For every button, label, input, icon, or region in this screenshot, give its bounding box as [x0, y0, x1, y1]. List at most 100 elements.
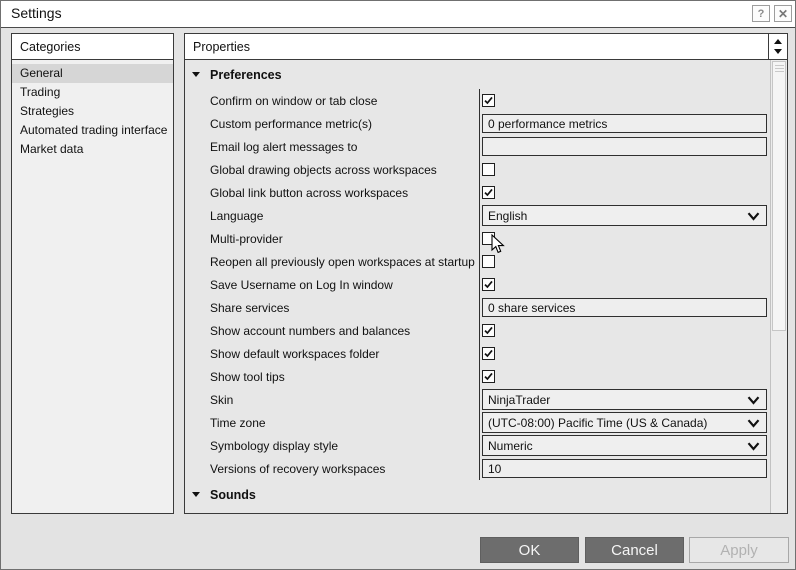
- category-item-trading[interactable]: Trading: [12, 83, 173, 102]
- property-label: Language: [185, 209, 479, 223]
- property-value: [479, 319, 771, 342]
- category-item-strategies[interactable]: Strategies: [12, 102, 173, 121]
- property-row-email-log-alert-messages-to: Email log alert messages to: [185, 135, 787, 158]
- apply-button[interactable]: Apply: [689, 537, 789, 563]
- property-row-time-zone: Time zone (UTC-08:00) Pacific Time (US & …: [185, 411, 787, 434]
- properties-rows: Preferences Confirm on window or tab clos…: [185, 60, 787, 513]
- property-value: 0 share services: [479, 296, 771, 319]
- close-button[interactable]: ✕: [774, 5, 792, 22]
- checkbox-confirm-on-window-or-tab-close[interactable]: [482, 94, 495, 107]
- property-row-language: Language English: [185, 204, 787, 227]
- input-versions-of-recovery-workspaces[interactable]: 10: [482, 459, 767, 478]
- title-bar[interactable]: Settings ? ✕: [1, 1, 795, 28]
- property-row-confirm-on-window-or-tab-close: Confirm on window or tab close: [185, 89, 787, 112]
- scroll-down-icon[interactable]: [774, 49, 782, 54]
- checkbox-show-default-workspaces-folder[interactable]: [482, 347, 495, 360]
- checkbox-show-account-numbers-and-balances[interactable]: [482, 324, 495, 337]
- checkmark-icon: [483, 371, 494, 382]
- property-row-multi-provider: Multi-provider: [185, 227, 787, 250]
- section-label: Sounds: [210, 488, 256, 502]
- chevron-down-icon: [747, 419, 760, 428]
- property-value: 10: [479, 457, 771, 480]
- vertical-scrollbar[interactable]: [770, 60, 787, 513]
- property-value: [479, 273, 771, 296]
- checkbox-show-tool-tips[interactable]: [482, 370, 495, 383]
- property-label: Show account numbers and balances: [185, 324, 479, 338]
- select-language[interactable]: English: [482, 205, 767, 226]
- section-header-preferences[interactable]: Preferences: [185, 60, 787, 89]
- property-value: [479, 89, 771, 112]
- category-item-market-data[interactable]: Market data: [12, 140, 173, 159]
- settings-window: Settings ? ✕ Categories GeneralTradingSt…: [0, 0, 796, 570]
- property-row-reopen-all-previously-open-workspaces-at-startup: Reopen all previously open workspaces at…: [185, 250, 787, 273]
- property-row-share-services: Share services0 share services: [185, 296, 787, 319]
- checkbox-save-username-on-log-in-window[interactable]: [482, 278, 495, 291]
- checkmark-icon: [483, 325, 494, 336]
- property-value: [479, 135, 771, 158]
- property-label: Versions of recovery workspaces: [185, 462, 479, 476]
- section-label: Preferences: [210, 68, 282, 82]
- select-value: English: [488, 209, 527, 223]
- property-row-custom-performance-metric-s: Custom performance metric(s)0 performanc…: [185, 112, 787, 135]
- input-email-log-alert-messages-to[interactable]: [482, 137, 767, 156]
- property-row-global-drawing-objects-across-workspaces: Global drawing objects across workspaces: [185, 158, 787, 181]
- categories-panel: Categories GeneralTradingStrategiesAutom…: [11, 33, 174, 514]
- checkbox-global-link-button-across-workspaces[interactable]: [482, 186, 495, 199]
- property-value: [479, 158, 771, 181]
- property-label: Skin: [185, 393, 479, 407]
- scroll-up-icon[interactable]: [774, 39, 782, 44]
- property-label: Show tool tips: [185, 370, 479, 384]
- ok-button[interactable]: OK: [480, 537, 579, 563]
- select-time-zone[interactable]: (UTC-08:00) Pacific Time (US & Canada): [482, 412, 767, 433]
- chevron-down-icon: [747, 212, 760, 221]
- categories-list: GeneralTradingStrategiesAutomated tradin…: [12, 60, 173, 159]
- section-collapse-icon: [192, 72, 200, 77]
- property-value: English: [479, 204, 771, 227]
- property-row-symbology-display-style: Symbology display style Numeric: [185, 434, 787, 457]
- property-row-show-account-numbers-and-balances: Show account numbers and balances: [185, 319, 787, 342]
- section-header-sounds[interactable]: Sounds: [185, 480, 787, 509]
- help-icon: ?: [758, 8, 765, 20]
- select-value: NinjaTrader: [488, 393, 550, 407]
- input-share-services[interactable]: 0 share services: [482, 298, 767, 317]
- property-value: [479, 342, 771, 365]
- property-label: Confirm on window or tab close: [185, 94, 479, 108]
- cancel-button[interactable]: Cancel: [585, 537, 684, 563]
- checkbox-global-drawing-objects-across-workspaces[interactable]: [482, 163, 495, 176]
- category-item-automated-trading-interface[interactable]: Automated trading interface: [12, 121, 173, 140]
- section-collapse-icon: [192, 492, 200, 497]
- property-label: Symbology display style: [185, 439, 479, 453]
- collapse-expand-spinner[interactable]: [768, 34, 787, 60]
- property-label: Email log alert messages to: [185, 140, 479, 154]
- property-value: [479, 181, 771, 204]
- select-value: Numeric: [488, 439, 533, 453]
- property-label: Custom performance metric(s): [185, 117, 479, 131]
- help-button[interactable]: ?: [752, 5, 770, 22]
- checkbox-reopen-all-previously-open-workspaces-at-startup[interactable]: [482, 255, 495, 268]
- chevron-down-icon: [747, 442, 760, 451]
- window-title: Settings: [11, 5, 62, 21]
- property-row-global-link-button-across-workspaces: Global link button across workspaces: [185, 181, 787, 204]
- property-label: Global link button across workspaces: [185, 186, 479, 200]
- category-item-general[interactable]: General: [12, 64, 173, 83]
- scrollbar-thumb[interactable]: [772, 61, 786, 331]
- select-symbology-display-style[interactable]: Numeric: [482, 435, 767, 456]
- input-custom-performance-metric-s[interactable]: 0 performance metrics: [482, 114, 767, 133]
- property-label: Show default workspaces folder: [185, 347, 479, 361]
- property-label: Share services: [185, 301, 479, 315]
- property-row-show-default-workspaces-folder: Show default workspaces folder: [185, 342, 787, 365]
- property-row-versions-of-recovery-workspaces: Versions of recovery workspaces10: [185, 457, 787, 480]
- select-value: (UTC-08:00) Pacific Time (US & Canada): [488, 416, 707, 430]
- select-skin[interactable]: NinjaTrader: [482, 389, 767, 410]
- property-row-save-username-on-log-in-window: Save Username on Log In window: [185, 273, 787, 296]
- properties-header: Properties: [185, 34, 787, 60]
- property-label: Global drawing objects across workspaces: [185, 163, 479, 177]
- chevron-down-icon: [747, 396, 760, 405]
- checkmark-icon: [483, 279, 494, 290]
- property-value: Numeric: [479, 434, 771, 457]
- property-label: Save Username on Log In window: [185, 278, 479, 292]
- checkbox-multi-provider[interactable]: [482, 232, 495, 245]
- property-value: [479, 250, 771, 273]
- checkmark-icon: [483, 187, 494, 198]
- property-label: Time zone: [185, 416, 479, 430]
